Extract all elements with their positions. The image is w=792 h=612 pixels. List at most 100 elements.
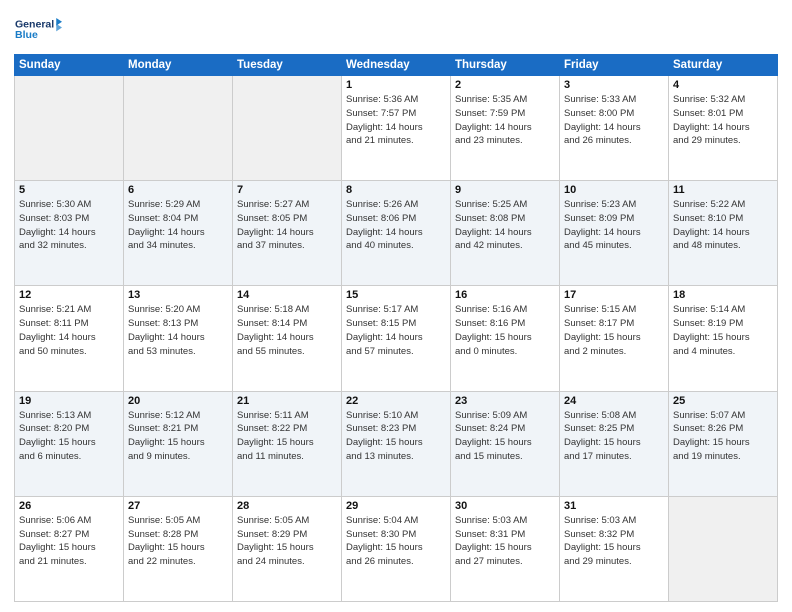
day-info: Sunrise: 5:25 AM Sunset: 8:08 PM Dayligh… [455,198,555,253]
calendar-cell: 3 Sunrise: 5:33 AM Sunset: 8:00 PM Daylig… [560,76,669,181]
calendar-cell: 26 Sunrise: 5:06 AM Sunset: 8:27 PM Dayli… [15,496,124,601]
weekday-tuesday: Tuesday [233,55,342,76]
calendar-cell: 22 Sunrise: 5:10 AM Sunset: 8:23 PM Dayli… [342,391,451,496]
day-number: 4 [673,79,773,91]
weekday-thursday: Thursday [451,55,560,76]
day-info: Sunrise: 5:03 AM Sunset: 8:31 PM Dayligh… [455,514,555,569]
calendar-cell: 30 Sunrise: 5:03 AM Sunset: 8:31 PM Dayli… [451,496,560,601]
day-number: 6 [128,184,228,196]
calendar-cell: 6 Sunrise: 5:29 AM Sunset: 8:04 PM Daylig… [124,181,233,286]
calendar-cell: 23 Sunrise: 5:09 AM Sunset: 8:24 PM Dayli… [451,391,560,496]
day-info: Sunrise: 5:08 AM Sunset: 8:25 PM Dayligh… [564,409,664,464]
calendar-cell: 12Sunrise: 5:21 AM Sunset: 8:11 PM Dayli… [15,286,124,391]
day-number: 18 [673,289,773,301]
calendar-cell: 8 Sunrise: 5:26 AM Sunset: 8:06 PM Daylig… [342,181,451,286]
calendar-cell: 13 Sunrise: 5:20 AM Sunset: 8:13 PM Dayli… [124,286,233,391]
calendar-cell: 1 Sunrise: 5:36 AM Sunset: 7:57 PM Daylig… [342,76,451,181]
day-info: Sunrise: 5:11 AM Sunset: 8:22 PM Dayligh… [237,409,337,464]
calendar-cell: 28Sunrise: 5:05 AM Sunset: 8:29 PM Dayli… [233,496,342,601]
day-info: Sunrise: 5:17 AM Sunset: 8:15 PM Dayligh… [346,303,446,358]
day-number: 27 [128,500,228,512]
day-info: Sunrise: 5:35 AM Sunset: 7:59 PM Dayligh… [455,93,555,148]
page: General Blue SundayMondayTuesdayWednesda… [0,0,792,612]
day-number: 14 [237,289,337,301]
calendar-cell: 5 Sunrise: 5:30 AM Sunset: 8:03 PM Daylig… [15,181,124,286]
day-info: Sunrise: 5:06 AM Sunset: 8:27 PM Dayligh… [19,514,119,569]
day-number: 22 [346,395,446,407]
calendar-cell: 19 Sunrise: 5:13 AM Sunset: 8:20 PM Dayli… [15,391,124,496]
calendar-cell: 25 Sunrise: 5:07 AM Sunset: 8:26 PM Dayli… [669,391,778,496]
day-number: 9 [455,184,555,196]
day-info: Sunrise: 5:16 AM Sunset: 8:16 PM Dayligh… [455,303,555,358]
calendar-cell [124,76,233,181]
calendar-cell [669,496,778,601]
day-info: Sunrise: 5:32 AM Sunset: 8:01 PM Dayligh… [673,93,773,148]
day-number: 23 [455,395,555,407]
calendar-cell: 29Sunrise: 5:04 AM Sunset: 8:30 PM Dayli… [342,496,451,601]
day-number: 2 [455,79,555,91]
day-number: 17 [564,289,664,301]
weekday-sunday: Sunday [15,55,124,76]
header: General Blue [14,10,778,48]
day-info: Sunrise: 5:04 AM Sunset: 8:30 PM Dayligh… [346,514,446,569]
day-number: 1 [346,79,446,91]
day-number: 10 [564,184,664,196]
day-number: 24 [564,395,664,407]
calendar-cell: 24 Sunrise: 5:08 AM Sunset: 8:25 PM Dayli… [560,391,669,496]
day-number: 8 [346,184,446,196]
calendar-cell: 21 Sunrise: 5:11 AM Sunset: 8:22 PM Dayli… [233,391,342,496]
day-number: 31 [564,500,664,512]
calendar-week-2: 5 Sunrise: 5:30 AM Sunset: 8:03 PM Daylig… [15,181,778,286]
day-number: 26 [19,500,119,512]
day-info: Sunrise: 5:26 AM Sunset: 8:06 PM Dayligh… [346,198,446,253]
day-info: Sunrise: 5:36 AM Sunset: 7:57 PM Dayligh… [346,93,446,148]
calendar-cell: 4 Sunrise: 5:32 AM Sunset: 8:01 PM Daylig… [669,76,778,181]
day-number: 30 [455,500,555,512]
calendar-cell: 14Sunrise: 5:18 AM Sunset: 8:14 PM Dayli… [233,286,342,391]
day-number: 21 [237,395,337,407]
day-info: Sunrise: 5:20 AM Sunset: 8:13 PM Dayligh… [128,303,228,358]
calendar-cell: 18 Sunrise: 5:14 AM Sunset: 8:19 PM Dayli… [669,286,778,391]
day-info: Sunrise: 5:21 AM Sunset: 8:11 PM Dayligh… [19,303,119,358]
day-info: Sunrise: 5:03 AM Sunset: 8:32 PM Dayligh… [564,514,664,569]
day-number: 20 [128,395,228,407]
day-number: 11 [673,184,773,196]
day-number: 13 [128,289,228,301]
day-info: Sunrise: 5:10 AM Sunset: 8:23 PM Dayligh… [346,409,446,464]
day-number: 25 [673,395,773,407]
calendar-cell: 2 Sunrise: 5:35 AM Sunset: 7:59 PM Daylig… [451,76,560,181]
day-info: Sunrise: 5:13 AM Sunset: 8:20 PM Dayligh… [19,409,119,464]
day-number: 3 [564,79,664,91]
svg-text:Blue: Blue [15,29,38,41]
weekday-monday: Monday [124,55,233,76]
day-number: 16 [455,289,555,301]
day-info: Sunrise: 5:22 AM Sunset: 8:10 PM Dayligh… [673,198,773,253]
calendar-cell: 15 Sunrise: 5:17 AM Sunset: 8:15 PM Dayli… [342,286,451,391]
calendar-cell: 16 Sunrise: 5:16 AM Sunset: 8:16 PM Dayli… [451,286,560,391]
day-info: Sunrise: 5:15 AM Sunset: 8:17 PM Dayligh… [564,303,664,358]
calendar-cell [233,76,342,181]
calendar-week-3: 12Sunrise: 5:21 AM Sunset: 8:11 PM Dayli… [15,286,778,391]
calendar-week-4: 19 Sunrise: 5:13 AM Sunset: 8:20 PM Dayli… [15,391,778,496]
day-info: Sunrise: 5:23 AM Sunset: 8:09 PM Dayligh… [564,198,664,253]
day-info: Sunrise: 5:33 AM Sunset: 8:00 PM Dayligh… [564,93,664,148]
day-number: 19 [19,395,119,407]
day-info: Sunrise: 5:14 AM Sunset: 8:19 PM Dayligh… [673,303,773,358]
calendar-week-1: 1 Sunrise: 5:36 AM Sunset: 7:57 PM Daylig… [15,76,778,181]
calendar-week-5: 26 Sunrise: 5:06 AM Sunset: 8:27 PM Dayli… [15,496,778,601]
day-info: Sunrise: 5:09 AM Sunset: 8:24 PM Dayligh… [455,409,555,464]
calendar-cell: 17 Sunrise: 5:15 AM Sunset: 8:17 PM Dayli… [560,286,669,391]
day-info: Sunrise: 5:05 AM Sunset: 8:29 PM Dayligh… [237,514,337,569]
day-info: Sunrise: 5:12 AM Sunset: 8:21 PM Dayligh… [128,409,228,464]
day-number: 15 [346,289,446,301]
day-number: 5 [19,184,119,196]
calendar-cell: 31 Sunrise: 5:03 AM Sunset: 8:32 PM Dayli… [560,496,669,601]
day-info: Sunrise: 5:29 AM Sunset: 8:04 PM Dayligh… [128,198,228,253]
day-info: Sunrise: 5:30 AM Sunset: 8:03 PM Dayligh… [19,198,119,253]
calendar-cell: 20 Sunrise: 5:12 AM Sunset: 8:21 PM Dayli… [124,391,233,496]
day-info: Sunrise: 5:07 AM Sunset: 8:26 PM Dayligh… [673,409,773,464]
calendar-cell [15,76,124,181]
logo-svg: General Blue [14,10,62,48]
calendar-cell: 10 Sunrise: 5:23 AM Sunset: 8:09 PM Dayli… [560,181,669,286]
calendar-cell: 7Sunrise: 5:27 AM Sunset: 8:05 PM Daylig… [233,181,342,286]
